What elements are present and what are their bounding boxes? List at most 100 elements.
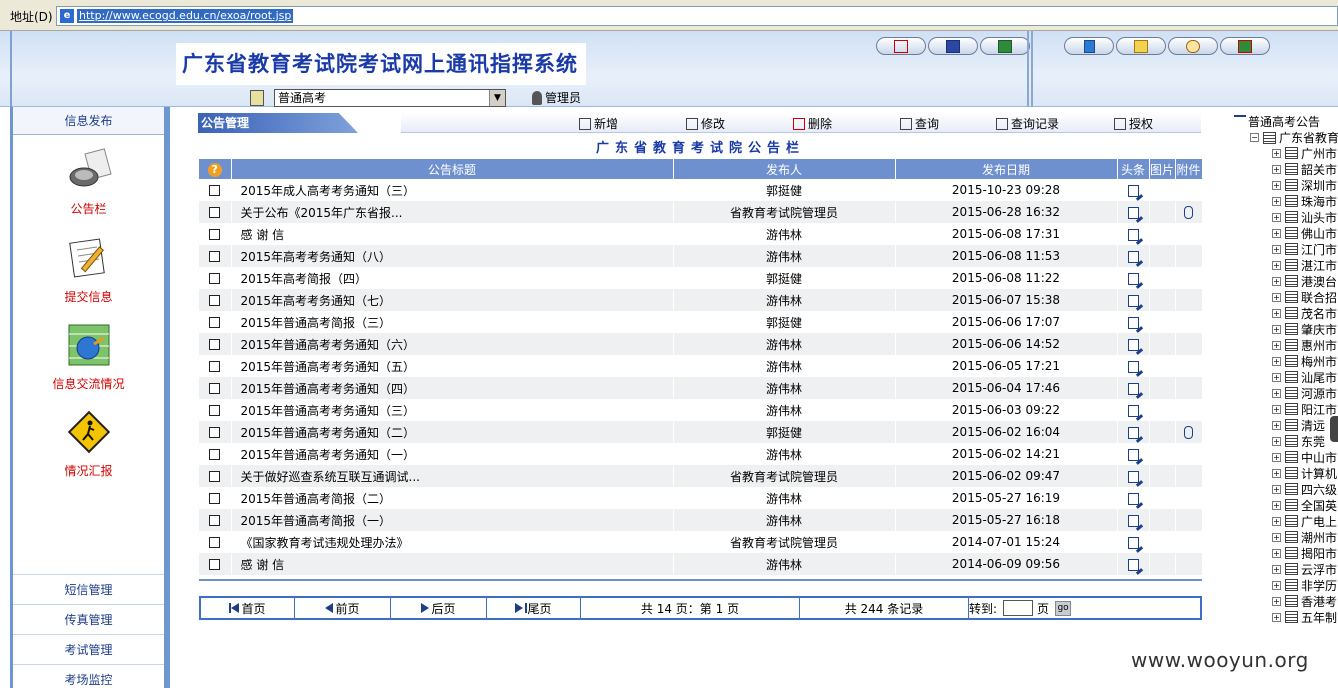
expand-icon[interactable]: + [1272,564,1281,574]
row-checkbox[interactable] [209,207,221,218]
expand-icon[interactable]: + [1272,516,1281,526]
row-title[interactable]: 2015年普通高考考务通知（四） [231,377,674,399]
tree-node[interactable]: + 湛江市 [1272,257,1337,273]
headline-edit-icon[interactable] [1127,404,1139,417]
table-row[interactable]: 《国家教育考试违规处理办法》 省教育考试院管理员 2014-07-01 15:24 [199,531,1203,553]
expand-icon[interactable]: + [1272,404,1281,414]
row-title[interactable]: 2015年普通高考简报（一） [231,509,674,531]
expand-icon[interactable]: + [1272,500,1281,510]
tree-node[interactable]: + 计算机 [1272,465,1337,481]
row-title[interactable]: 2015年普通高考简报（三） [231,311,674,333]
tree-node[interactable]: + 肇庆市 [1272,321,1337,337]
table-row[interactable]: 2015年高考考务通知（八） 游伟林 2015-06-08 11:53 [199,245,1203,267]
sidebar-item-sms[interactable]: 短信管理 [13,574,164,604]
row-title[interactable]: 感 谢 信 [231,223,674,245]
sidebar-item-exchange[interactable]: 信息交流情况 [13,322,164,392]
sidebar-item-monitor[interactable]: 考场监控 [13,664,164,688]
word-icon[interactable] [928,37,978,55]
row-title[interactable]: 关于公布《2015年广东省报... [231,201,674,223]
sidebar-item-report[interactable]: 情况汇报 [13,409,164,479]
row-checkbox[interactable] [209,405,221,416]
table-row[interactable]: 2015年普通高考简报（二） 游伟林 2015-05-27 16:19 [199,487,1203,509]
exit-icon[interactable] [1220,37,1270,55]
address-input[interactable]: e http://www.ecogd.edu.cn/exoa/root.jsp [56,6,1338,26]
tree-node[interactable]: + 惠州市 [1272,337,1337,353]
row-title[interactable]: 2015年普通高考考务通知（六） [231,333,674,355]
sidebar-item-exam[interactable]: 考试管理 [13,634,164,664]
tree-root[interactable]: 普通高考公告 [1248,113,1320,130]
row-checkbox[interactable] [209,493,221,504]
expand-icon[interactable]: + [1272,484,1281,494]
sidebar-item-fax[interactable]: 传真管理 [13,604,164,634]
table-row[interactable]: 2015年高考考务通知（七） 游伟林 2015-06-07 15:38 [199,289,1203,311]
tree-node[interactable]: + 珠海市 [1272,193,1337,209]
headline-edit-icon[interactable] [1127,294,1139,307]
row-title[interactable]: 2015年普通高考考务通知（二） [231,421,674,443]
first-page-button[interactable]: 首页 [201,598,295,618]
attachment-icon[interactable] [1184,426,1193,439]
expand-icon[interactable]: + [1272,532,1281,542]
tree-node[interactable]: + 汕头市 [1272,209,1337,225]
home-icon[interactable] [876,37,926,55]
headline-edit-icon[interactable] [1127,272,1139,285]
row-title[interactable]: 感 谢 信 [231,553,674,575]
headline-edit-icon[interactable] [1127,536,1139,549]
headline-edit-icon[interactable] [1127,184,1139,197]
tree-node[interactable]: + 中山市 [1272,449,1337,465]
collapse-icon[interactable]: − [1250,133,1259,142]
row-title[interactable]: 2015年成人高考考务通知（三） [231,179,674,201]
row-checkbox[interactable] [209,339,221,350]
table-row[interactable]: 2015年成人高考考务通知（三） 郭挺健 2015-10-23 09:28 [199,179,1203,201]
row-checkbox[interactable] [209,471,221,482]
expand-icon[interactable]: + [1272,212,1281,222]
expand-icon[interactable]: + [1272,148,1281,158]
address-url[interactable]: http://www.ecogd.edu.cn/exoa/root.jsp [77,9,294,23]
expand-icon[interactable]: + [1272,180,1281,190]
tree-node[interactable]: + 广电上 [1272,513,1337,529]
row-title[interactable]: 2015年普通高考简报（二） [231,487,674,509]
expand-icon[interactable]: + [1272,436,1281,446]
tree-node[interactable]: + 河源市 [1272,385,1337,401]
clock-icon[interactable] [1168,37,1218,55]
tree-node[interactable]: + 韶关市 [1272,161,1337,177]
row-checkbox[interactable] [209,559,221,570]
query-button[interactable]: 查询 [900,115,939,132]
book-icon[interactable] [1064,37,1114,55]
scroll-handle[interactable] [1330,416,1338,442]
table-row[interactable]: 2015年普通高考考务通知（二） 郭挺健 2015-06-02 16:04 [199,421,1203,443]
tree-node[interactable]: + 佛山市 [1272,225,1337,241]
headline-edit-icon[interactable] [1127,360,1139,373]
row-title[interactable]: 《国家教育考试违规处理办法》 [231,531,674,553]
back-arrow-icon[interactable] [1234,115,1246,123]
headline-edit-icon[interactable] [1127,426,1139,439]
table-row[interactable]: 2015年普通高考简报（三） 郭挺健 2015-06-06 17:07 [199,311,1203,333]
next-page-button[interactable]: 后页 [391,598,487,618]
expand-icon[interactable]: + [1272,548,1281,558]
authorize-button[interactable]: 授权 [1114,115,1153,132]
expand-icon[interactable]: + [1272,596,1281,606]
table-row[interactable]: 2015年高考简报（四） 郭挺健 2015-06-08 11:22 [199,267,1203,289]
row-checkbox[interactable] [209,273,221,284]
row-title[interactable]: 2015年高考简报（四） [231,267,674,289]
row-checkbox[interactable] [209,449,221,460]
sidebar-item-bulletin[interactable]: 公告栏 [13,147,164,217]
tree-node[interactable]: + 江门市 [1272,241,1337,257]
tree-node[interactable]: + 香港考 [1272,593,1337,609]
table-row[interactable]: 关于做好巡查系统互联互通调试... 省教育考试院管理员 2015-06-02 09:… [199,465,1203,487]
tree-node[interactable]: + 五年制 [1272,609,1337,625]
row-title[interactable]: 2015年普通高考考务通知（一） [231,443,674,465]
table-row[interactable]: 关于公布《2015年广东省报... 省教育考试院管理员 2015-06-28 16:… [199,201,1203,223]
expand-icon[interactable]: + [1272,228,1281,238]
tree-node[interactable]: + 阳江市 [1272,401,1337,417]
row-checkbox[interactable] [209,317,221,328]
sidebar-item-submit[interactable]: 提交信息 [13,235,164,305]
tree-node[interactable]: + 茂名市 [1272,305,1337,321]
expand-icon[interactable]: + [1272,276,1281,286]
query-record-button[interactable]: 查询记录 [996,115,1059,132]
row-title[interactable]: 2015年普通高考考务通知（三） [231,399,674,421]
row-checkbox[interactable] [209,185,221,196]
row-checkbox[interactable] [209,251,221,262]
headline-edit-icon[interactable] [1127,514,1139,527]
excel-icon[interactable] [980,37,1030,55]
table-row[interactable]: 2015年普通高考考务通知（三） 游伟林 2015-06-03 09:22 [199,399,1203,421]
